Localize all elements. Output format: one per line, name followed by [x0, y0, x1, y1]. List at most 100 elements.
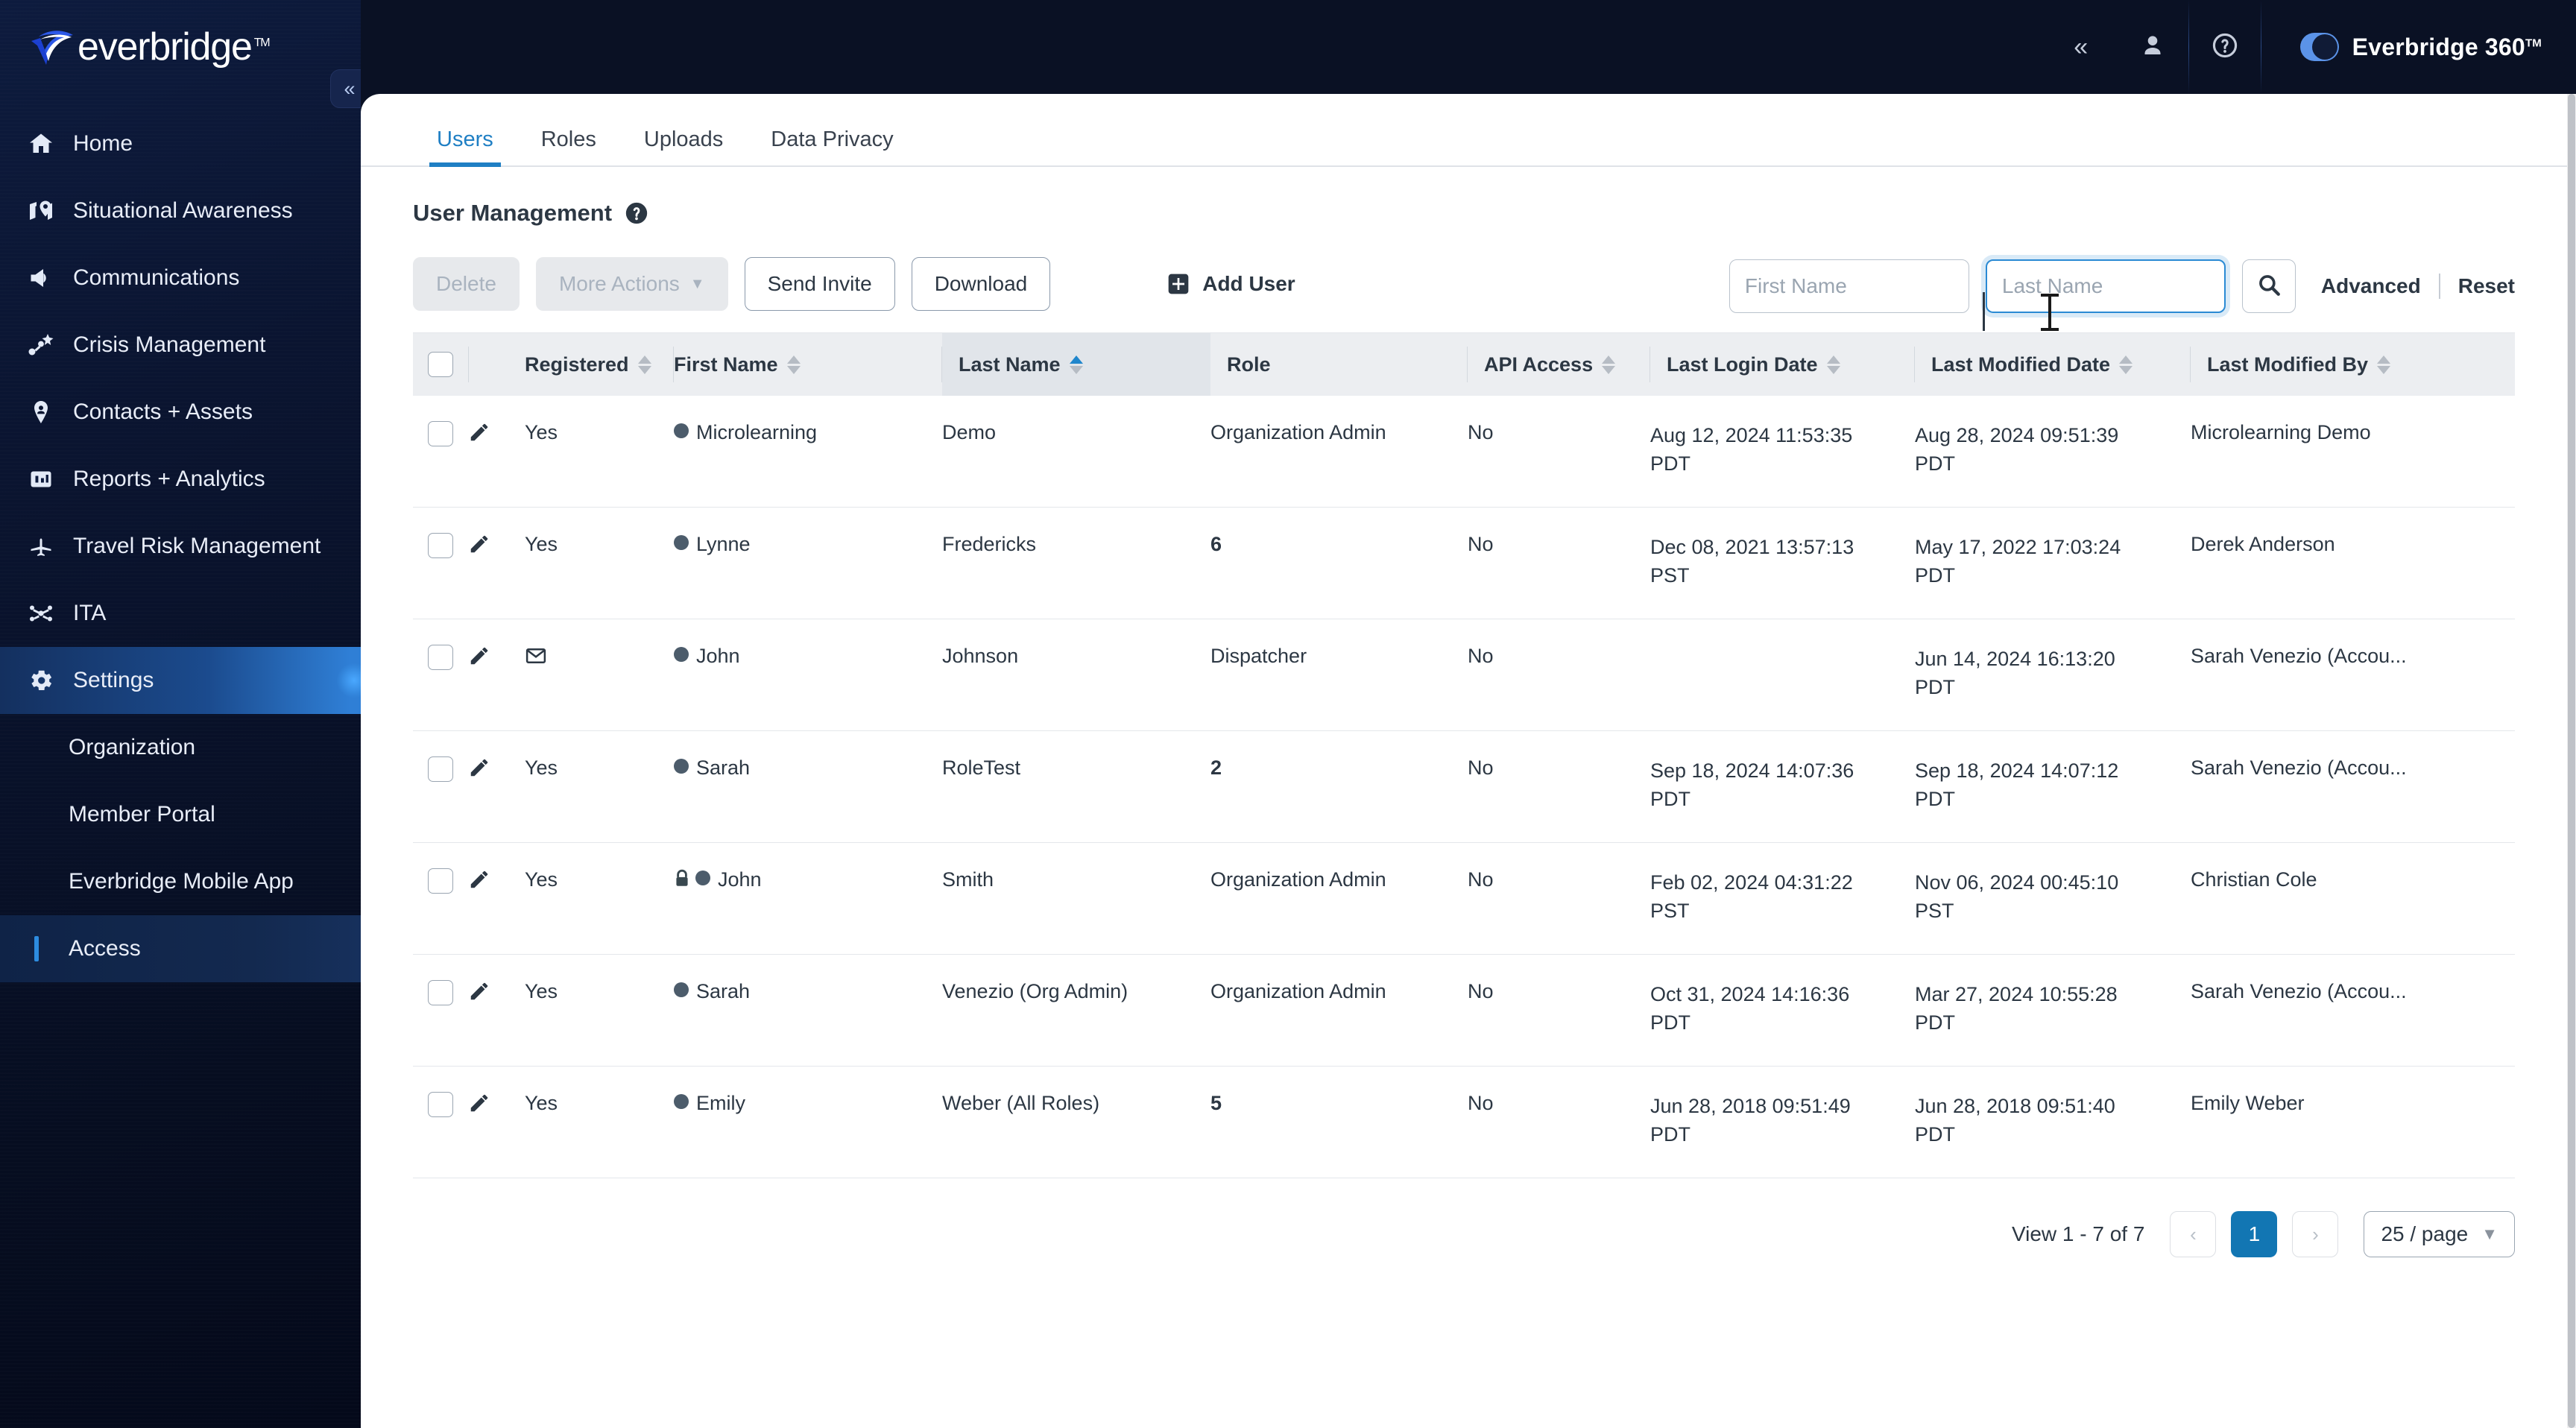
row-checkbox[interactable]: [428, 533, 453, 558]
tab-users[interactable]: Users: [413, 127, 517, 167]
sort-toggle[interactable]: [1826, 355, 1840, 374]
product-switcher[interactable]: Everbridge 360TM: [2261, 33, 2542, 61]
sort-toggle[interactable]: [1069, 355, 1083, 374]
sidebar-subitem-label: Member Portal: [69, 802, 215, 827]
send-invite-button[interactable]: Send Invite: [744, 257, 895, 311]
sort-toggle[interactable]: [786, 355, 801, 374]
page-scrollbar[interactable]: [2567, 94, 2576, 1428]
page-1-button[interactable]: 1: [2231, 1211, 2278, 1257]
more-actions-button[interactable]: More Actions ▼: [535, 257, 728, 311]
table-row[interactable]: Yes Sarah RoleTest 2 No Sep 18, 2024 14:07:36…: [413, 731, 2515, 843]
cell-api-access: No: [1468, 533, 1494, 555]
plus-square-icon: [1167, 272, 1190, 296]
row-edit-cell: [468, 843, 525, 896]
header-role[interactable]: Role: [1210, 333, 1468, 396]
sidebar-item-travel-risk-management[interactable]: Travel Risk Management: [0, 513, 361, 580]
envelope-icon[interactable]: [525, 648, 547, 672]
sort-toggle[interactable]: [2119, 355, 2133, 374]
row-checkbox[interactable]: [428, 421, 453, 446]
header-last-login-date[interactable]: Last Login Date: [1650, 333, 1915, 396]
delete-button[interactable]: Delete: [413, 257, 520, 311]
pencil-icon[interactable]: [468, 645, 490, 672]
sort-toggle[interactable]: [2377, 355, 2391, 374]
header-label: Last Name: [959, 353, 1061, 376]
sidebar-subitem-member-portal[interactable]: Member Portal: [0, 781, 361, 848]
pencil-icon[interactable]: [468, 756, 490, 784]
header-last-modified-date[interactable]: Last Modified Date: [1915, 333, 2191, 396]
header-label: Last Modified Date: [1931, 353, 2111, 376]
header-api-access[interactable]: API Access: [1468, 333, 1650, 396]
top-bar: « Everbridge 360TM: [361, 0, 2576, 94]
table-toolbar: Delete More Actions ▼ Send Invite Downlo…: [361, 227, 2567, 313]
tab-data-privacy[interactable]: Data Privacy: [747, 127, 917, 165]
sidebar-item-contacts-assets[interactable]: Contacts + Assets: [0, 379, 361, 446]
sidebar-item-crisis-management[interactable]: Crisis Management: [0, 312, 361, 379]
cell-last-modified-date: Mar 27, 2024 10:55:28 PDT: [1915, 983, 2118, 1034]
table-row[interactable]: John Johnson Dispatcher No Jun 14, 2024 16:1…: [413, 619, 2515, 731]
sidebar-nav: Home Situational Awareness Communication…: [0, 110, 361, 982]
tab-roles[interactable]: Roles: [517, 127, 620, 165]
sidebar-collapse-button[interactable]: «: [330, 69, 361, 108]
help-circle-icon[interactable]: [624, 200, 649, 226]
sidebar-subitem-access[interactable]: Access: [0, 915, 361, 982]
row-checkbox[interactable]: [428, 980, 453, 1005]
row-checkbox[interactable]: [428, 868, 453, 894]
table-row[interactable]: Yes John Smith Organization Admin No Feb 02, …: [413, 843, 2515, 955]
sidebar-subitem-organization[interactable]: Organization: [0, 714, 361, 781]
row-checkbox[interactable]: [428, 1092, 453, 1117]
tab-label: Users: [437, 127, 493, 151]
sidebar-item-situational-awareness[interactable]: Situational Awareness: [0, 177, 361, 244]
scrollbar-thumb[interactable]: [2568, 94, 2575, 1428]
topbar-collapse-button[interactable]: «: [2045, 0, 2117, 94]
download-button[interactable]: Download: [911, 257, 1051, 311]
cell-last-login-date: Aug 12, 2024 11:53:35 PDT: [1650, 424, 1853, 476]
select-all-checkbox[interactable]: [428, 352, 453, 377]
cell-api-access: No: [1468, 645, 1494, 667]
home-icon: [27, 130, 55, 158]
add-user-button[interactable]: Add User: [1167, 272, 1295, 296]
sort-toggle[interactable]: [1602, 355, 1616, 374]
product-toggle[interactable]: [2299, 33, 2339, 61]
reset-link[interactable]: Reset: [2458, 274, 2515, 298]
next-page-button[interactable]: ›: [2292, 1211, 2339, 1257]
per-page-select[interactable]: 25 / page ▼: [2364, 1211, 2515, 1257]
pencil-icon[interactable]: [468, 980, 490, 1008]
everbridge-logo[interactable]: everbridge TM: [0, 0, 361, 94]
cell-last-modified-by: Emily Weber: [2191, 1092, 2305, 1114]
user-account-button[interactable]: [2117, 0, 2188, 94]
row-checkbox[interactable]: [428, 756, 453, 782]
sidebar-subitem-label: Organization: [69, 735, 196, 759]
header-registered[interactable]: Registered: [525, 333, 674, 396]
status-dot-icon: [674, 982, 689, 997]
tab-uploads[interactable]: Uploads: [620, 127, 747, 165]
sidebar-item-home[interactable]: Home: [0, 110, 361, 177]
cell-last-modified-date: Aug 28, 2024 09:51:39 PDT: [1915, 424, 2119, 476]
sidebar-item-ita[interactable]: ITA: [0, 580, 361, 647]
sort-toggle[interactable]: [637, 355, 651, 374]
header-last-name[interactable]: Last Name: [942, 333, 1210, 396]
last-name-input[interactable]: [1985, 259, 2226, 313]
table-row[interactable]: Yes Sarah Venezio (Org Admin) Organization …: [413, 955, 2515, 1067]
prev-page-button[interactable]: ‹: [2170, 1211, 2217, 1257]
sidebar-item-reports-analytics[interactable]: Reports + Analytics: [0, 446, 361, 513]
header-first-name[interactable]: First Name: [674, 333, 942, 396]
status-dot-icon: [674, 423, 689, 438]
megaphone-icon: [27, 264, 55, 292]
sidebar-item-communications[interactable]: Communications: [0, 244, 361, 312]
advanced-link[interactable]: Advanced: [2321, 274, 2421, 298]
table-row[interactable]: Yes Microlearning Demo Organization Admin No…: [413, 396, 2515, 508]
help-button[interactable]: [2189, 0, 2261, 94]
pencil-icon[interactable]: [468, 1092, 490, 1119]
sidebar-subitem-everbridge-mobile-app[interactable]: Everbridge Mobile App: [0, 848, 361, 915]
first-name-input[interactable]: [1729, 259, 1969, 313]
pencil-icon[interactable]: [468, 533, 490, 560]
pencil-icon[interactable]: [468, 421, 490, 449]
sidebar-item-settings[interactable]: Settings: [0, 647, 361, 714]
table-row[interactable]: Yes Lynne Fredericks 6 No Dec 08, 2021 13:57:…: [413, 508, 2515, 619]
search-button[interactable]: [2241, 259, 2296, 313]
row-checkbox[interactable]: [428, 645, 453, 670]
table-row[interactable]: Yes Emily Weber (All Roles) 5 No Jun 28, 2018…: [413, 1067, 2515, 1178]
pencil-icon[interactable]: [468, 868, 490, 896]
header-last-modified-by[interactable]: Last Modified By: [2191, 333, 2452, 396]
lock-icon: [674, 869, 690, 888]
